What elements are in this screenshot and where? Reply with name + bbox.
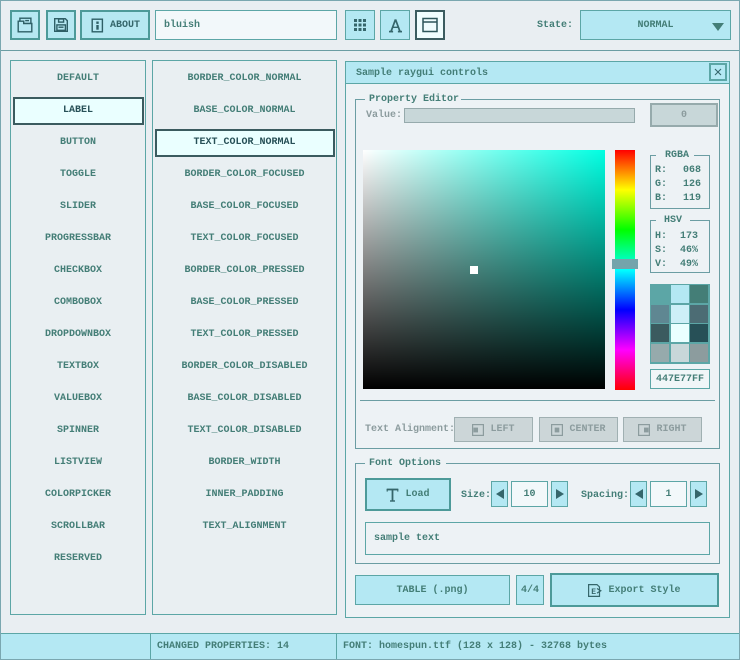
svg-text:E: E: [592, 588, 597, 597]
